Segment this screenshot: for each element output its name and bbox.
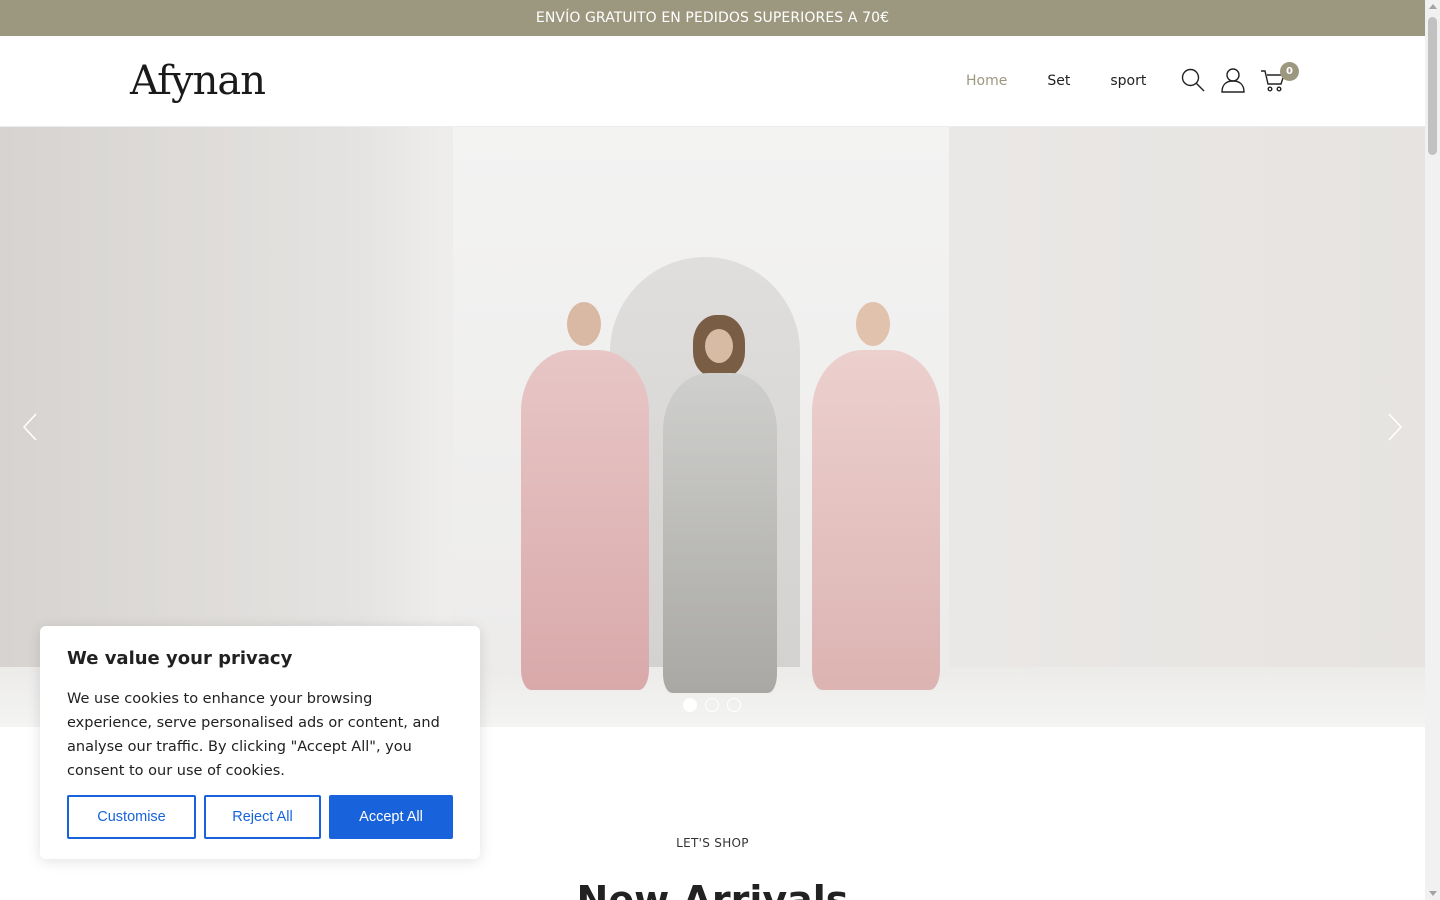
scrollbar-thumb[interactable] [1428, 17, 1437, 155]
search-icon[interactable] [1180, 66, 1206, 94]
cart-count-badge: 0 [1280, 62, 1299, 81]
account-icon[interactable] [1220, 66, 1246, 94]
main-nav: Home Set sport [966, 36, 1146, 126]
announcement-bar: ENVÍO GRATUITO EN PEDIDOS SUPERIORES A 7… [0, 0, 1425, 36]
reject-all-button[interactable]: Reject All [204, 795, 321, 839]
cookie-consent-banner: We value your privacy We use cookies to … [40, 626, 480, 859]
customise-button[interactable]: Customise [67, 795, 196, 839]
header-icons: 0 [1180, 62, 1299, 94]
accept-all-button[interactable]: Accept All [329, 795, 453, 839]
page-scrollbar[interactable] [1425, 0, 1440, 900]
nav-item-sport[interactable]: sport [1110, 73, 1146, 89]
model-left [515, 298, 655, 702]
cookie-buttons: Customise Reject All Accept All [67, 795, 453, 839]
announcement-text: ENVÍO GRATUITO EN PEDIDOS SUPERIORES A 7… [535, 10, 890, 26]
slider-dot-3[interactable] [727, 698, 741, 712]
model-right [800, 298, 950, 702]
nav-item-home[interactable]: Home [966, 73, 1007, 89]
site-logo[interactable]: Afynan [130, 54, 266, 108]
scroll-up-icon[interactable] [1429, 4, 1437, 9]
scroll-down-icon[interactable] [1429, 891, 1437, 896]
chevron-left-icon [22, 413, 37, 441]
cookie-title: We value your privacy [67, 648, 293, 669]
slider-next-button[interactable] [1379, 412, 1409, 442]
cookie-body: We use cookies to enhance your browsing … [67, 691, 440, 779]
slider-dots [683, 698, 741, 712]
site-header: Afynan Home Set sport 0 [0, 36, 1425, 127]
cart-icon[interactable]: 0 [1260, 62, 1299, 94]
model-center [655, 315, 785, 705]
section-title: New Arrivals [576, 878, 849, 900]
nav-item-set[interactable]: Set [1047, 73, 1070, 89]
slider-prev-button[interactable] [16, 412, 46, 442]
chevron-right-icon [1388, 413, 1403, 441]
slider-dot-1[interactable] [683, 698, 697, 712]
slider-dot-2[interactable] [705, 698, 719, 712]
